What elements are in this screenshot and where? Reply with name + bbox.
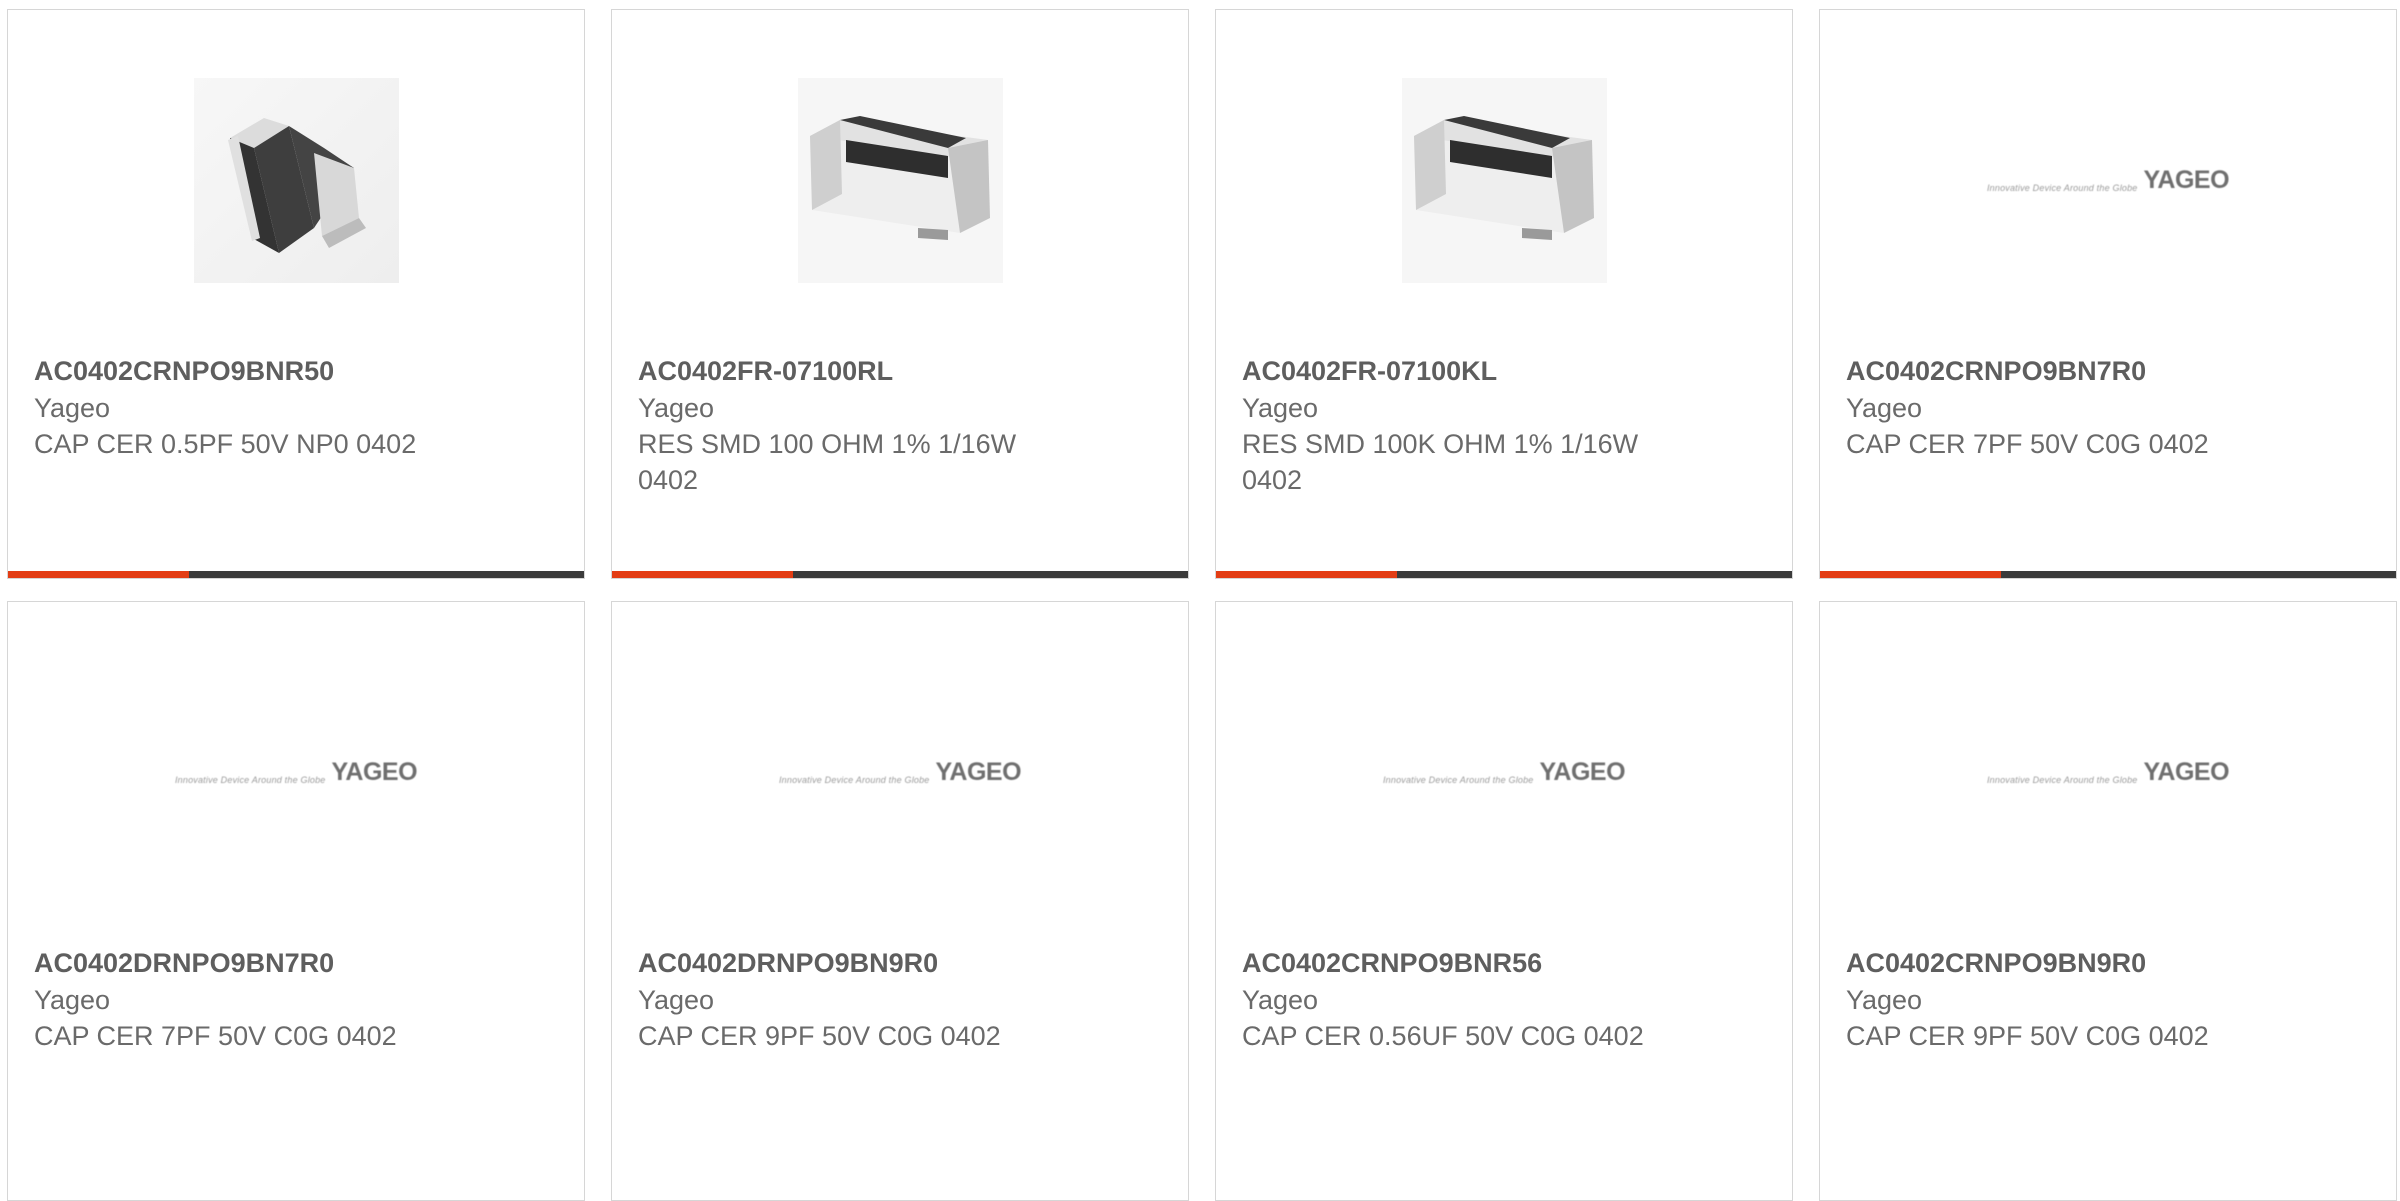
product-image: Innovative Device Around the Globe YAGEO [612, 662, 1188, 882]
resistor-chip-icon [1401, 77, 1607, 283]
product-description: CAP CER 0.56UF 50V C0G 0402 [1242, 1021, 1644, 1051]
product-image: Innovative Device Around the Globe YAGEO [1216, 662, 1792, 882]
product-card[interactable]: Innovative Device Around the Globe YAGEO… [7, 601, 585, 1201]
product-description: CAP CER 7PF 50V C0G 0402 [34, 1021, 397, 1051]
logo-wordmark: YAGEO [2143, 757, 2230, 786]
card-bottom-bar [1216, 571, 1792, 578]
card-accent-bar [612, 571, 793, 578]
card-bottom-bar [1820, 571, 2396, 578]
card-accent-bar [1216, 571, 1397, 578]
product-image: Innovative Device Around the Globe YAGEO [1820, 662, 2396, 882]
product-info: AC0402FR-07100RL Yageo RES SMD 100 OHM 1… [638, 352, 1058, 498]
yageo-logo: Innovative Device Around the Globe YAGEO [174, 757, 418, 787]
product-card[interactable]: Innovative Device Around the Globe YAGEO… [611, 601, 1189, 1201]
logo-tagline: Innovative Device Around the Globe [174, 774, 326, 785]
product-description: CAP CER 9PF 50V C0G 0402 [1846, 1021, 2209, 1051]
card-bottom-bar [612, 571, 1188, 578]
product-card[interactable]: Innovative Device Around the Globe YAGEO… [1215, 601, 1793, 1201]
product-info: AC0402CRNPO9BNR56 Yageo CAP CER 0.56UF 5… [1242, 944, 1662, 1054]
product-description: CAP CER 9PF 50V C0G 0402 [638, 1021, 1001, 1051]
product-info: AC0402DRNPO9BN7R0 Yageo CAP CER 7PF 50V … [34, 944, 454, 1054]
part-number[interactable]: AC0402CRNPO9BNR56 [1242, 944, 1662, 982]
manufacturer: Yageo [1846, 985, 1923, 1015]
manufacturer: Yageo [1846, 393, 1923, 423]
product-image [8, 70, 584, 290]
product-description: RES SMD 100 OHM 1% 1/16W 0402 [638, 429, 1017, 495]
card-accent-bar [1820, 571, 2001, 578]
product-info: AC0402CRNPO9BN7R0 Yageo CAP CER 7PF 50V … [1846, 352, 2266, 462]
product-card[interactable]: Innovative Device Around the Globe YAGEO… [1819, 601, 2397, 1201]
product-image [612, 70, 1188, 290]
part-number[interactable]: AC0402FR-07100KL [1242, 352, 1662, 390]
yageo-logo: Innovative Device Around the Globe YAGEO [1382, 757, 1626, 787]
product-card[interactable]: AC0402FR-07100KL Yageo RES SMD 100K OHM … [1215, 9, 1793, 579]
product-info: AC0402CRNPO9BNR50 Yageo CAP CER 0.5PF 50… [34, 352, 454, 462]
resistor-chip-icon [797, 77, 1003, 283]
product-info: AC0402FR-07100KL Yageo RES SMD 100K OHM … [1242, 352, 1662, 498]
product-image: Innovative Device Around the Globe YAGEO [8, 662, 584, 882]
capacitor-chip-icon [193, 77, 399, 283]
product-card[interactable]: Innovative Device Around the Globe YAGEO… [1819, 9, 2397, 579]
card-bottom-bar [8, 571, 584, 578]
product-info: AC0402DRNPO9BN9R0 Yageo CAP CER 9PF 50V … [638, 944, 1058, 1054]
part-number[interactable]: AC0402FR-07100RL [638, 352, 1058, 390]
product-image [1216, 70, 1792, 290]
part-number[interactable]: AC0402CRNPO9BNR50 [34, 352, 454, 390]
manufacturer: Yageo [1242, 393, 1319, 423]
logo-wordmark: YAGEO [331, 757, 418, 786]
product-card[interactable]: AC0402CRNPO9BNR50 Yageo CAP CER 0.5PF 50… [7, 9, 585, 579]
part-number[interactable]: AC0402CRNPO9BN7R0 [1846, 352, 2266, 390]
product-description: RES SMD 100K OHM 1% 1/16W 0402 [1242, 429, 1639, 495]
logo-wordmark: YAGEO [935, 757, 1022, 786]
manufacturer: Yageo [1242, 985, 1319, 1015]
product-description: CAP CER 7PF 50V C0G 0402 [1846, 429, 2209, 459]
logo-tagline: Innovative Device Around the Globe [1986, 182, 2138, 193]
yageo-logo: Innovative Device Around the Globe YAGEO [778, 757, 1022, 787]
logo-wordmark: YAGEO [1539, 757, 1626, 786]
product-image: Innovative Device Around the Globe YAGEO [1820, 70, 2396, 290]
manufacturer: Yageo [638, 393, 715, 423]
product-card[interactable]: AC0402FR-07100RL Yageo RES SMD 100 OHM 1… [611, 9, 1189, 579]
part-number[interactable]: AC0402DRNPO9BN7R0 [34, 944, 454, 982]
part-number[interactable]: AC0402CRNPO9BN9R0 [1846, 944, 2266, 982]
card-accent-bar [8, 571, 189, 578]
product-grid: AC0402CRNPO9BNR50 Yageo CAP CER 0.5PF 50… [7, 9, 2400, 1201]
manufacturer: Yageo [34, 393, 111, 423]
yageo-logo: Innovative Device Around the Globe YAGEO [1986, 757, 2230, 787]
part-number[interactable]: AC0402DRNPO9BN9R0 [638, 944, 1058, 982]
logo-tagline: Innovative Device Around the Globe [1382, 774, 1534, 785]
product-info: AC0402CRNPO9BN9R0 Yageo CAP CER 9PF 50V … [1846, 944, 2266, 1054]
manufacturer: Yageo [34, 985, 111, 1015]
logo-tagline: Innovative Device Around the Globe [778, 774, 930, 785]
logo-wordmark: YAGEO [2143, 165, 2230, 194]
logo-tagline: Innovative Device Around the Globe [1986, 774, 2138, 785]
product-description: CAP CER 0.5PF 50V NP0 0402 [34, 429, 417, 459]
manufacturer: Yageo [638, 985, 715, 1015]
yageo-logo: Innovative Device Around the Globe YAGEO [1986, 165, 2230, 195]
